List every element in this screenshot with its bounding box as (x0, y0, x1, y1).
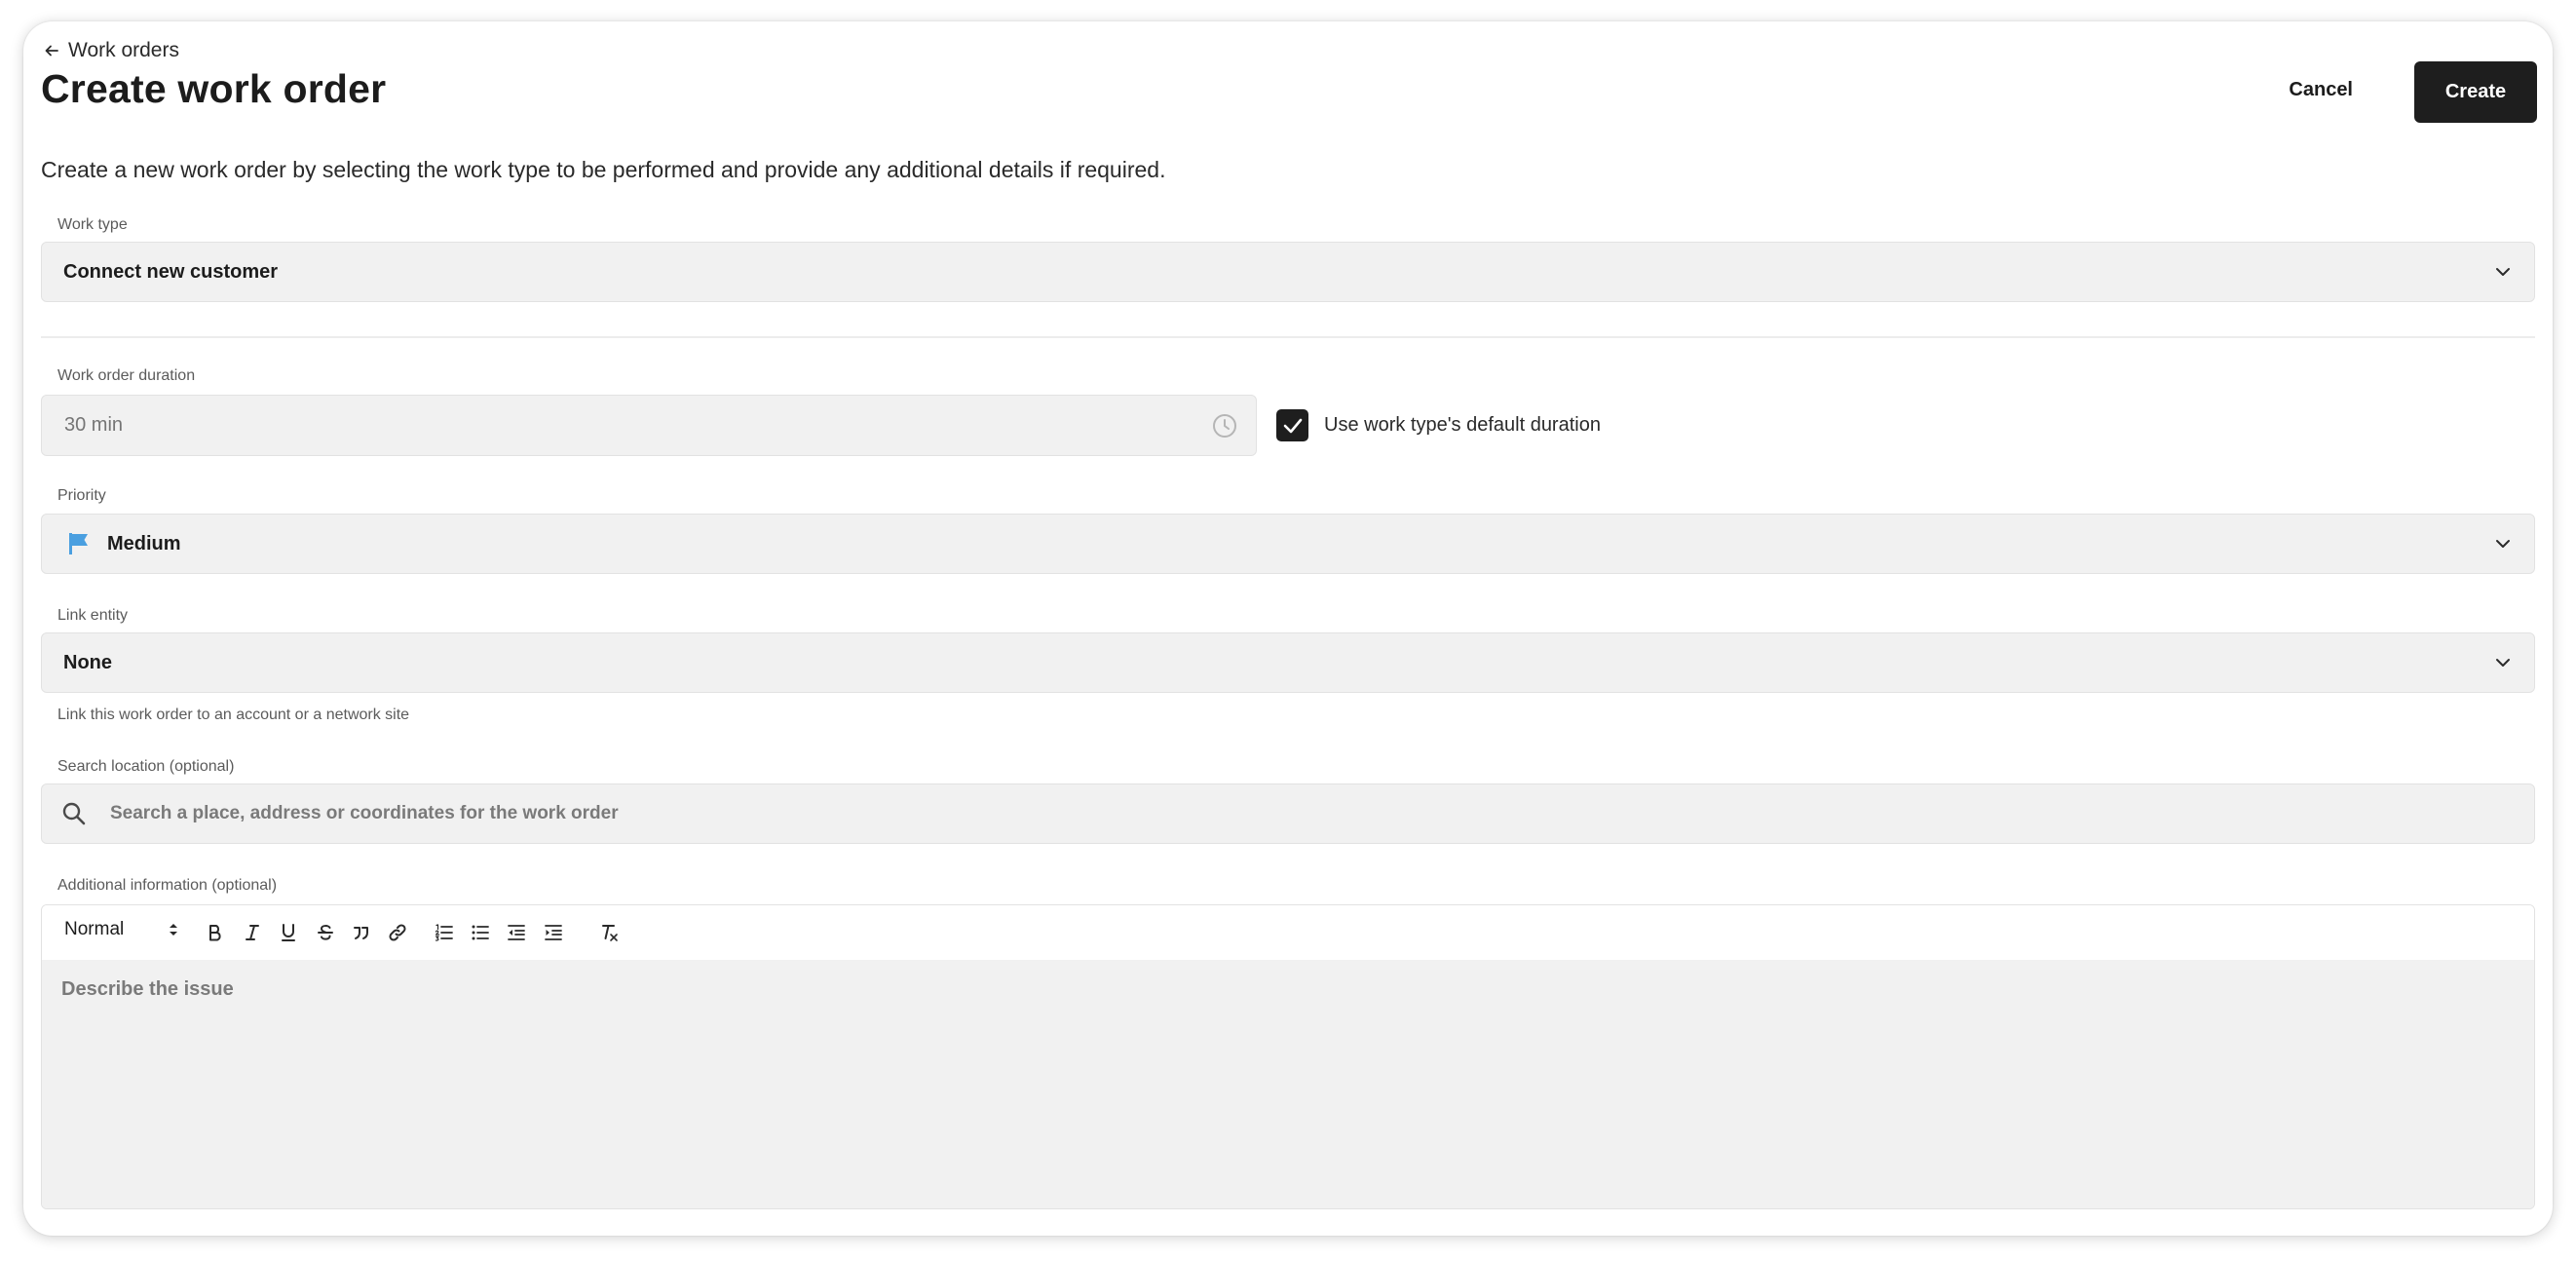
create-button[interactable]: Create (2414, 61, 2537, 123)
create-work-order-panel: Work orders Create work order Cancel Cre… (23, 21, 2553, 1236)
additional-info-label: Additional information (optional) (57, 877, 278, 894)
chevron-down-icon (2496, 659, 2510, 667)
quote-icon (354, 927, 368, 939)
strikethrough-button[interactable] (313, 920, 338, 945)
checkmark-icon (1283, 418, 1302, 433)
duration-input[interactable] (62, 413, 1138, 438)
work-type-select[interactable]: Connect new customer (41, 242, 2535, 302)
text-style-select[interactable]: Normal (64, 919, 179, 940)
editor-toolbar: Normal (42, 905, 2534, 961)
clear-format-icon (602, 925, 618, 941)
link-button[interactable] (385, 920, 410, 945)
bold-button[interactable] (203, 920, 228, 945)
search-location-label: Search location (optional) (57, 758, 235, 775)
clock-icon (1213, 413, 1236, 438)
search-location-field (41, 783, 2535, 844)
outdent-button[interactable] (504, 920, 529, 945)
default-duration-checkbox[interactable] (1276, 409, 1308, 441)
ordered-list-button[interactable] (432, 920, 457, 945)
indent-button[interactable] (541, 920, 566, 945)
section-divider (41, 336, 2535, 338)
underline-icon (282, 924, 295, 941)
priority-label: Priority (57, 487, 106, 504)
quote-button[interactable] (349, 920, 374, 945)
link-icon (389, 924, 406, 941)
search-icon (62, 802, 86, 825)
strikethrough-icon (318, 925, 333, 940)
bullet-list-button[interactable] (468, 920, 493, 945)
italic-button[interactable] (240, 920, 265, 945)
page-title: Create work order (41, 66, 387, 111)
link-entity-label: Link entity (57, 607, 129, 624)
link-entity-value: None (63, 651, 112, 673)
default-duration-checkbox-row[interactable]: Use work type's default duration (1276, 409, 1601, 441)
link-entity-helper-text: Link this work order to an account or a … (57, 707, 410, 723)
editor-content-area[interactable]: Describe the issue (42, 960, 2534, 1208)
arrow-left-icon (45, 45, 58, 57)
work-type-label: Work type (57, 216, 128, 233)
duration-label: Work order duration (57, 367, 196, 384)
select-arrows-icon (170, 924, 177, 936)
intro-text: Create a new work order by selecting the… (41, 157, 1166, 182)
editor-placeholder: Describe the issue (61, 978, 234, 1000)
priority-value: Medium (107, 532, 181, 554)
flag-icon (69, 533, 88, 554)
indent-icon (545, 925, 562, 940)
text-style-value: Normal (64, 919, 125, 939)
default-duration-checkbox-label: Use work type's default duration (1324, 414, 1601, 436)
priority-select[interactable]: Medium (41, 514, 2535, 574)
chevron-down-icon (2496, 540, 2510, 548)
outdent-icon (508, 925, 525, 940)
back-link-label: Work orders (68, 39, 179, 61)
search-location-input[interactable] (108, 802, 2353, 825)
bold-icon (209, 925, 221, 941)
link-entity-select[interactable]: None (41, 632, 2535, 693)
duration-input-wrapper (41, 395, 1257, 456)
cancel-button[interactable]: Cancel (2267, 60, 2374, 119)
underline-button[interactable] (276, 920, 301, 945)
work-type-value: Connect new customer (63, 260, 279, 283)
chevron-down-icon (2496, 268, 2510, 276)
italic-icon (246, 925, 259, 940)
clear-format-button[interactable] (597, 920, 623, 945)
ordered-list-icon (435, 924, 453, 941)
rich-text-editor: Normal Describe the issue (41, 904, 2535, 1209)
bullet-list-icon (472, 925, 489, 940)
back-to-work-orders-link[interactable]: Work orders (43, 39, 179, 62)
